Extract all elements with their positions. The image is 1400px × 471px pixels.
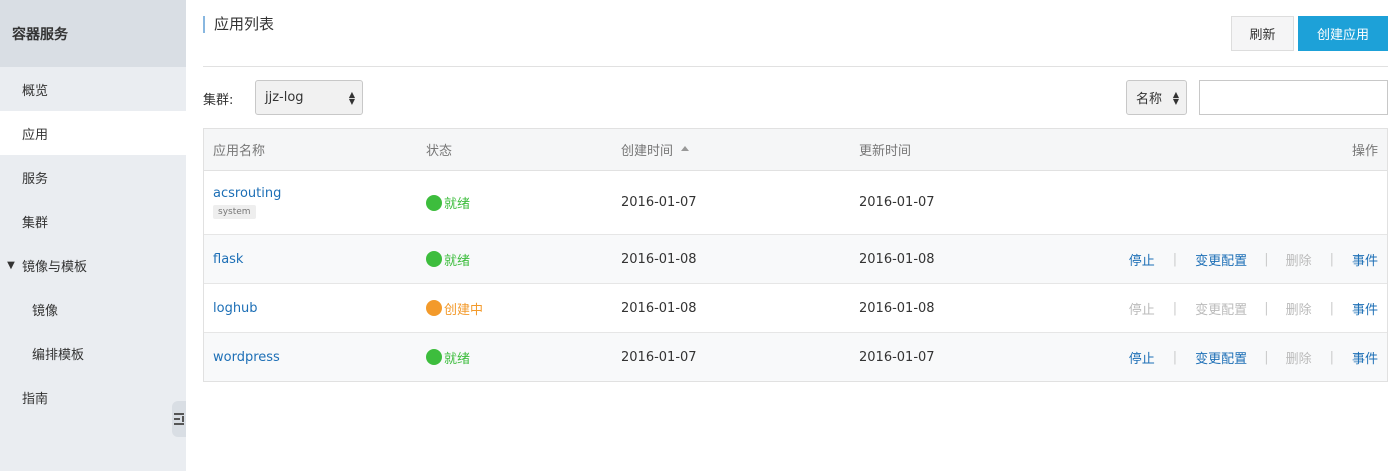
search-input[interactable] bbox=[1199, 80, 1388, 115]
cluster-select-value: jjz-log bbox=[265, 90, 304, 105]
sidebar-item-guide[interactable]: 指南 bbox=[0, 375, 186, 419]
separator: | bbox=[1172, 349, 1178, 365]
cell-updated: 2016-01-08 bbox=[859, 251, 935, 267]
separator: | bbox=[1264, 349, 1269, 365]
events-link[interactable]: 事件 bbox=[1352, 299, 1378, 318]
sidebar: 容器服务 概览 应用 服务 集群 ▼ 镜像与模板 镜像 编排模板 指南 bbox=[0, 0, 186, 471]
cell-created: 2016-01-08 bbox=[621, 300, 697, 316]
cluster-label: 集群: bbox=[203, 93, 234, 108]
table-row: wordpress 就绪 2016-01-07 2016-01-07 停止 | … bbox=[204, 333, 1387, 381]
separator: | bbox=[1264, 300, 1269, 316]
sidebar-item-clusters[interactable]: 集群 bbox=[0, 199, 186, 243]
app-link[interactable]: loghub bbox=[213, 301, 258, 316]
sidebar-header: 容器服务 bbox=[0, 0, 186, 67]
separator: | bbox=[1264, 251, 1269, 267]
page-title: 应用列表 bbox=[203, 16, 274, 33]
app-link[interactable]: wordpress bbox=[213, 350, 280, 365]
status-dot-icon bbox=[426, 349, 442, 365]
sidebar-item-templates[interactable]: 编排模板 bbox=[0, 331, 186, 375]
sidebar-group-images-templates[interactable]: ▼ 镜像与模板 bbox=[0, 243, 186, 287]
cell-name: wordpress bbox=[213, 333, 280, 381]
cell-status: 就绪 bbox=[426, 171, 470, 234]
stop-link[interactable]: 停止 bbox=[1129, 348, 1155, 367]
status-dot-icon bbox=[426, 194, 442, 211]
system-tag: system bbox=[213, 205, 256, 219]
cell-updated: 2016-01-07 bbox=[859, 349, 935, 365]
cell-updated: 2016-01-08 bbox=[859, 300, 935, 316]
cell-status: 创建中 bbox=[426, 284, 483, 332]
status-badge: 创建中 bbox=[426, 299, 483, 318]
status-text: 创建中 bbox=[444, 302, 484, 318]
separator: | bbox=[1329, 251, 1334, 267]
cell-created: 2016-01-07 bbox=[621, 349, 697, 365]
main-content: 应用列表 刷新 创建应用 集群: jjz-log ▲ ▼ 名称 ▲ ▼ 应用名称 状… bbox=[203, 0, 1388, 471]
cell-name: flask bbox=[213, 235, 243, 283]
status-dot-icon bbox=[426, 300, 442, 316]
app-link[interactable]: flask bbox=[213, 252, 243, 267]
delete-link: 删除 bbox=[1285, 253, 1312, 269]
header-created[interactable]: 创建时间 bbox=[621, 129, 690, 170]
header-created-label: 创建时间 bbox=[621, 144, 674, 159]
cell-updated: 2016-01-07 bbox=[859, 195, 935, 210]
separator: | bbox=[1329, 300, 1334, 316]
sidebar-collapse-icon[interactable] bbox=[172, 401, 186, 437]
sort-asc-icon bbox=[681, 146, 690, 151]
caret-down-icon: ▼ bbox=[7, 259, 15, 271]
cell-created: 2016-01-07 bbox=[621, 195, 697, 210]
table-row: flask 就绪 2016-01-08 2016-01-08 停止 | 变更配置… bbox=[204, 235, 1387, 284]
header-status: 状态 bbox=[426, 144, 453, 159]
status-badge: 就绪 bbox=[426, 250, 470, 269]
status-dot-icon bbox=[426, 251, 442, 267]
stop-link[interactable]: 停止 bbox=[1129, 250, 1155, 269]
stop-link: 停止 bbox=[1128, 302, 1155, 318]
apps-table: 应用名称 状态 创建时间 更新时间 操作 acsrouting system 就… bbox=[203, 128, 1388, 382]
table-row: acsrouting system 就绪 2016-01-07 2016-01-… bbox=[204, 171, 1387, 235]
header-ops: 操作 bbox=[1351, 144, 1378, 159]
cell-name: loghub bbox=[213, 284, 258, 332]
header-updated: 更新时间 bbox=[859, 144, 912, 159]
select-arrows-icon: ▲ ▼ bbox=[1172, 90, 1179, 106]
header-app-name: 应用名称 bbox=[213, 144, 266, 159]
status-text: 就绪 bbox=[444, 351, 471, 367]
cell-ops: 停止 | 变更配置 | 删除 | 事件 bbox=[1129, 284, 1378, 332]
status-badge: 就绪 bbox=[426, 348, 470, 367]
app-link[interactable]: acsrouting bbox=[213, 186, 281, 201]
separator: | bbox=[1329, 349, 1334, 365]
delete-link: 删除 bbox=[1285, 302, 1312, 318]
table-header: 应用名称 状态 创建时间 更新时间 操作 bbox=[204, 129, 1387, 171]
cell-created: 2016-01-08 bbox=[621, 251, 697, 267]
sidebar-item-images[interactable]: 镜像 bbox=[0, 287, 186, 331]
refresh-button[interactable]: 刷新 bbox=[1231, 16, 1294, 51]
status-text: 就绪 bbox=[444, 197, 471, 212]
events-link[interactable]: 事件 bbox=[1352, 348, 1378, 367]
sidebar-item-applications[interactable]: 应用 bbox=[0, 111, 186, 155]
sidebar-item-overview[interactable]: 概览 bbox=[0, 67, 186, 111]
table-row: loghub 创建中 2016-01-08 2016-01-08 停止 | 变更… bbox=[204, 284, 1387, 333]
sidebar-group-label: 镜像与模板 bbox=[22, 259, 88, 275]
delete-link: 删除 bbox=[1285, 351, 1312, 367]
title-bar: 应用列表 刷新 创建应用 bbox=[203, 0, 1388, 67]
change-config-link[interactable]: 变更配置 bbox=[1195, 250, 1247, 269]
filter-row: 集群: jjz-log ▲ ▼ 名称 ▲ ▼ bbox=[203, 80, 1388, 115]
cell-ops: 停止 | 变更配置 | 删除 | 事件 bbox=[1129, 235, 1378, 283]
cell-status: 就绪 bbox=[426, 333, 470, 381]
cell-name: acsrouting system bbox=[213, 171, 281, 234]
search-field-select[interactable]: 名称 ▲ ▼ bbox=[1126, 80, 1187, 115]
sidebar-item-services[interactable]: 服务 bbox=[0, 155, 186, 199]
change-config-link: 变更配置 bbox=[1195, 302, 1248, 318]
cluster-select[interactable]: jjz-log ▲ ▼ bbox=[255, 80, 363, 115]
status-badge: 就绪 bbox=[426, 193, 470, 212]
search-field-value: 名称 bbox=[1136, 92, 1163, 107]
cell-ops: 停止 | 变更配置 | 删除 | 事件 bbox=[1129, 333, 1378, 381]
create-app-button[interactable]: 创建应用 bbox=[1298, 16, 1388, 51]
cell-status: 就绪 bbox=[426, 235, 470, 283]
collapse-icon bbox=[174, 413, 184, 425]
select-arrows-icon: ▲ ▼ bbox=[348, 90, 355, 106]
events-link[interactable]: 事件 bbox=[1352, 250, 1378, 269]
change-config-link[interactable]: 变更配置 bbox=[1195, 348, 1247, 367]
separator: | bbox=[1172, 251, 1178, 267]
status-text: 就绪 bbox=[444, 253, 471, 269]
separator: | bbox=[1172, 300, 1178, 316]
